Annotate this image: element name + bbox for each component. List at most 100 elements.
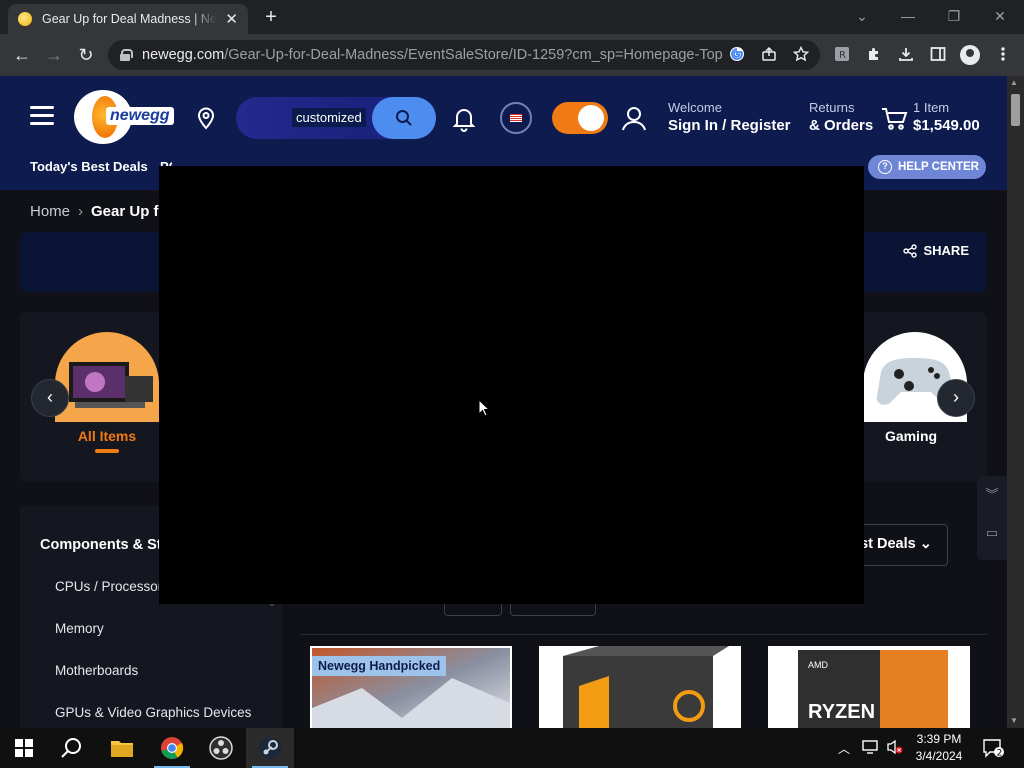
sidebar-item-gpus[interactable]: GPUs & Video Graphics Devices (55, 705, 251, 720)
sidebar-item-memory[interactable]: Memory (55, 621, 104, 636)
chrome-icon[interactable] (148, 728, 196, 768)
lock-icon[interactable] (120, 49, 133, 61)
google-lens-icon[interactable] (728, 46, 746, 64)
share-label: SHARE (923, 243, 969, 258)
carousel-prev-button[interactable]: ‹ (31, 379, 69, 417)
download-icon[interactable] (897, 46, 915, 64)
help-center-button[interactable]: ? HELP CENTER (868, 155, 986, 179)
url-text[interactable]: newegg.com/Gear-Up-for-Deal-Madness/Even… (142, 47, 722, 63)
shopping-cart-icon[interactable] (880, 105, 908, 133)
clock[interactable]: 3:39 PM 3/4/2024 (908, 732, 970, 763)
share-icon[interactable] (760, 46, 778, 64)
newegg-favicon-icon (18, 12, 32, 26)
close-window-button[interactable]: ✕ (977, 4, 1023, 28)
nav-todays-best-deals[interactable]: Today's Best Deals (30, 159, 148, 174)
signin-register-link[interactable]: Sign In / Register (668, 117, 791, 134)
tab-search-button[interactable]: ⌄ (839, 4, 885, 28)
steam-icon[interactable] (246, 728, 294, 768)
logo-text: newegg (106, 107, 174, 125)
product-card[interactable]: RYZEN AMD (758, 646, 970, 728)
scroll-thumb[interactable] (1011, 94, 1020, 126)
hamburger-menu-icon[interactable] (30, 106, 54, 126)
page-scrollbar[interactable]: ▲ ▼ (1007, 76, 1024, 728)
product-card[interactable]: Newegg Handpicked (300, 646, 512, 728)
file-explorer-icon[interactable] (98, 728, 146, 768)
show-hidden-icons-chevron[interactable]: ︿ (838, 740, 850, 757)
windows-taskbar: ︿ 3:39 PM 3/4/2024 2 (0, 728, 1024, 768)
address-bar[interactable]: newegg.com/Gear-Up-for-Deal-Madness/Even… (108, 40, 820, 70)
returns-label[interactable]: Returns (809, 100, 855, 115)
new-tab-button[interactable]: + (260, 6, 282, 29)
active-category-indicator (95, 449, 119, 453)
product-image[interactable]: RYZEN AMD (768, 646, 970, 728)
bookmark-star-icon[interactable] (792, 45, 810, 64)
browser-tab-bar: Gear Up for Deal Madness | Newegg.com ✕ … (0, 0, 1024, 34)
category-all-items-label[interactable]: All Items (47, 428, 167, 444)
profile-avatar-icon[interactable] (960, 45, 980, 65)
svg-text:RYZEN: RYZEN (808, 701, 875, 723)
extensions-puzzle-icon[interactable] (865, 46, 883, 64)
user-account-icon[interactable] (620, 104, 648, 132)
notification-center-icon[interactable]: 2 (980, 738, 1006, 761)
tab-close-icon[interactable]: ✕ (225, 10, 238, 28)
minimize-button[interactable]: — (885, 4, 931, 28)
newegg-logo[interactable]: newegg (74, 90, 174, 144)
search-bar[interactable]: customized (236, 97, 436, 139)
reload-button[interactable]: ↻ (74, 43, 98, 67)
welcome-label: Welcome (668, 100, 722, 115)
returns-orders-link[interactable]: & Orders (809, 117, 873, 134)
svg-text:R: R (839, 50, 846, 61)
us-flag-icon[interactable] (500, 102, 532, 134)
breadcrumb-current: Gear Up f (91, 203, 159, 220)
newegg-handpicked-badge: Newegg Handpicked (312, 656, 447, 676)
divider (300, 634, 987, 635)
side-panel-icon[interactable] (929, 46, 947, 64)
cart-item-count[interactable]: 1 Item (913, 100, 949, 115)
search-button[interactable] (372, 97, 436, 139)
scroll-down-icon[interactable]: ▼ (1010, 716, 1018, 725)
carousel-next-button[interactable]: › (937, 379, 975, 417)
dark-mode-toggle[interactable] (552, 102, 608, 134)
tab-title: Gear Up for Deal Madness | Newegg.com (42, 12, 217, 26)
sidebar-item-cpus[interactable]: CPUs / Processors (55, 579, 169, 594)
product-card[interactable] (529, 646, 741, 728)
chevron-down-icon: ⌄ (919, 536, 932, 552)
product-image[interactable] (539, 646, 741, 728)
sidebar-title[interactable]: Components & St (40, 537, 162, 553)
black-overlay-panel[interactable] (159, 166, 864, 604)
network-icon[interactable] (862, 739, 880, 758)
breadcrumb-home[interactable]: Home (30, 203, 70, 220)
location-pin-icon[interactable] (196, 106, 216, 130)
extension-r-icon[interactable]: R (833, 46, 851, 64)
volume-muted-icon[interactable] (886, 739, 904, 758)
notification-bell-icon[interactable] (452, 106, 476, 132)
back-button[interactable]: ← (10, 43, 34, 67)
category-gaming-label[interactable]: Gaming (851, 428, 971, 444)
clock-date: 3/4/2024 (915, 749, 963, 763)
svg-text:2: 2 (997, 749, 1003, 759)
browser-menu-icon[interactable] (994, 46, 1012, 64)
chevron-right-icon: › (78, 203, 84, 220)
breadcrumb: Home › Gear Up f (30, 203, 159, 220)
search-icon (396, 110, 412, 126)
windows-logo-icon (15, 739, 33, 757)
obs-icon[interactable] (197, 728, 245, 768)
web-page: newegg customized Welcome Sign In / Regi… (0, 76, 1007, 728)
sidebar-item-motherboards[interactable]: Motherboards (55, 663, 138, 678)
share-nodes-icon (903, 243, 918, 258)
cart-total[interactable]: $1,549.00 (913, 117, 980, 134)
category-all-items-image[interactable] (55, 332, 159, 422)
clock-time: 3:39 PM (916, 732, 962, 746)
mouse-cursor-icon (478, 399, 490, 417)
start-button[interactable] (0, 728, 48, 768)
share-button[interactable]: SHARE (903, 243, 969, 258)
search-input[interactable]: customized (292, 108, 366, 127)
browser-tab[interactable]: Gear Up for Deal Madness | Newegg.com ✕ (8, 4, 248, 34)
help-center-label: HELP CENTER (898, 161, 979, 173)
maximize-button[interactable]: ❐ (931, 4, 977, 28)
scroll-up-icon[interactable]: ▲ (1010, 78, 1018, 87)
taskbar-search-icon[interactable] (48, 728, 96, 768)
forward-button[interactable]: → (42, 43, 66, 67)
question-icon: ? (878, 160, 892, 174)
browser-toolbar: ← → ↻ newegg.com/Gear-Up-for-Deal-Madnes… (0, 34, 1024, 76)
